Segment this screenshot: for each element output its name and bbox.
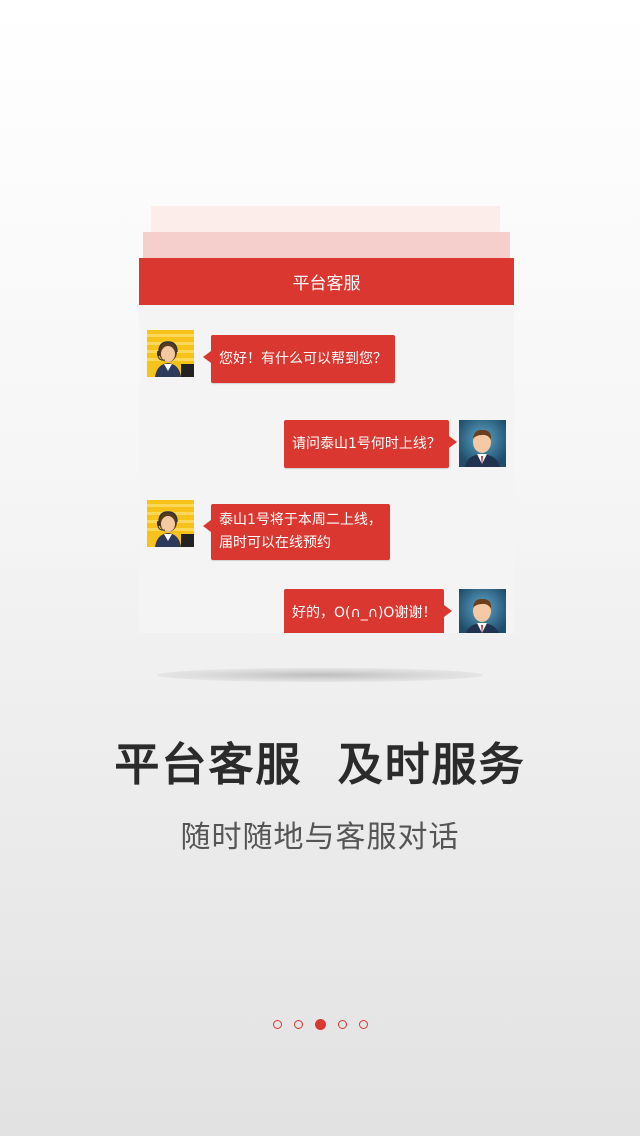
agent-avatar-icon	[147, 330, 194, 377]
page-dot-1[interactable]	[272, 1020, 282, 1029]
feature-headline: 平台客服 及时服务	[114, 738, 526, 791]
page-indicator	[0, 1019, 640, 1030]
message-bubble-3: 泰山1号将于本周二上线， 届时可以在线预约	[203, 504, 390, 560]
message-bubble-1: 您好！有什么可以帮到您？	[203, 335, 395, 383]
user-avatar-icon	[459, 420, 506, 467]
user-avatar-icon	[459, 589, 506, 633]
message-3-line-1: 泰山1号将于本周二上线，	[219, 512, 382, 528]
card-shadow	[157, 668, 483, 682]
card-header-title: 平台客服	[292, 274, 361, 294]
message-4-line-1: 好的，O(∩_∩)O谢谢！	[292, 604, 437, 621]
card-header: 平台客服	[139, 258, 514, 305]
message-2-line-1: 请问泰山1号何时上线？	[292, 435, 441, 452]
page-dot-5[interactable]	[358, 1020, 368, 1029]
agent-avatar-icon	[147, 500, 194, 547]
page-dot-3-active[interactable]	[314, 1019, 326, 1030]
message-3-line-2: 届时可以在线预约	[219, 535, 331, 551]
message-bubble-4: 好的，O(∩_∩)O谢谢！	[284, 589, 453, 633]
page-dot-4[interactable]	[337, 1020, 347, 1029]
message-bubble-2: 请问泰山1号何时上线？	[284, 420, 457, 468]
feature-subline: 随时随地与客服对话	[180, 820, 460, 855]
chat-preview-card: 平台客服 您好！有什么可以帮到您？ 请问泰山1号何时上线？ 泰山1号将于本周二上…	[139, 258, 514, 633]
message-1-line-1: 您好！有什么可以帮到您？	[219, 350, 387, 367]
page-dot-2[interactable]	[293, 1020, 303, 1029]
